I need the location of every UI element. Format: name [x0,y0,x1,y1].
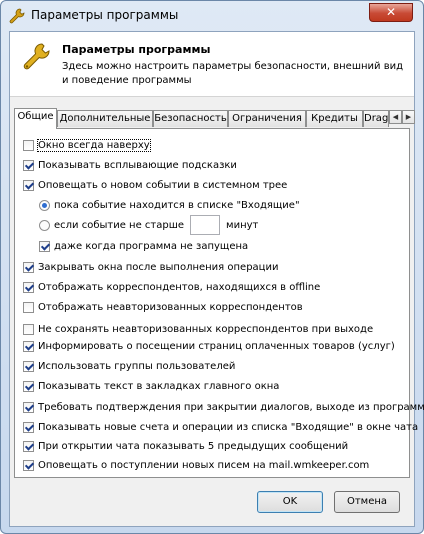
radio-inbox[interactable] [39,199,50,211]
show-5-messages-label: При открытии чата показывать 5 предыдущи… [38,440,349,452]
inform-paid-pages-option[interactable]: Информировать о посещении страниц оплаче… [23,339,395,353]
use-user-groups-label: Использовать группы пользователей [38,360,236,372]
inform-paid-pages-checkbox[interactable] [23,340,34,352]
notify-tray-label: Оповещать о новом событии в системном тр… [38,179,288,191]
chevron-left-icon: ◀ [392,113,399,121]
always-on-top-label: Окно всегда наверху [37,138,151,152]
show-unauthorized-checkbox[interactable] [23,301,34,313]
notify-new-mail-checkbox[interactable] [23,459,34,471]
always-on-top-option[interactable]: Окно всегда наверху [23,138,151,152]
show-5-messages-option[interactable]: При открытии чата показывать 5 предыдущи… [23,439,348,453]
tab-restrictions[interactable]: Ограничения [228,110,306,127]
radio-inbox-label: пока событие находится в списке "Входящи… [54,199,300,211]
dont-save-unauthorized-checkbox[interactable] [23,323,34,335]
settings-window: Параметры программы ✕ Параметры программ… [0,0,424,534]
wrench-icon [23,43,50,70]
show-new-accounts-label: Показывать новые счета и операции из спи… [38,421,419,433]
minutes-label: минут [226,219,259,231]
radio-inbox-option[interactable]: пока событие находится в списке "Входящи… [39,198,300,212]
tab-credits[interactable]: Кредиты [306,110,363,127]
show-tooltips-checkbox[interactable] [23,159,34,171]
even-not-running-label: даже когда программа не запущена [54,240,249,252]
use-user-groups-option[interactable]: Использовать группы пользователей [23,359,235,373]
general-tab-panel: Окно всегда наверху Показывать всплывающ… [14,128,424,478]
minutes-input[interactable] [190,215,221,235]
close-after-op-label: Закрывать окна после выполнения операции [38,261,279,273]
tab-general[interactable]: Общие [14,108,57,129]
notify-tray-checkbox[interactable] [23,179,34,191]
show-offline-label: Отображать корреспондентов, находящихся … [38,281,321,293]
ok-button[interactable]: OK [257,491,323,513]
dialog-client-area: Параметры программы Здесь можно настроит… [9,31,424,527]
cancel-button[interactable]: Отмена [334,491,400,513]
tab-security[interactable]: Безопасность [153,110,228,127]
radio-not-older-option[interactable]: если событие не старше минут [39,215,258,235]
confirm-close-label: Требовать подтверждения при закрытии диа… [38,401,424,413]
notify-tray-option[interactable]: Оповещать о новом событии в системном тр… [23,178,287,192]
tab-scroll-left-button[interactable]: ◀ [389,110,402,124]
show-new-accounts-checkbox[interactable] [23,421,34,433]
show-offline-checkbox[interactable] [23,281,34,293]
show-text-tabs-checkbox[interactable] [23,380,34,392]
inform-paid-pages-label: Информировать о посещении страниц оплаче… [38,340,395,352]
wrench-icon [9,8,25,24]
dialog-header: Параметры программы Здесь можно настроит… [10,32,414,97]
radio-not-older-label: если событие не старше [54,219,185,231]
show-offline-option[interactable]: Отображать корреспондентов, находящихся … [23,280,320,294]
tab-drag[interactable]: Drag [363,110,389,127]
show-tooltips-option[interactable]: Показывать всплывающие подсказки [23,158,237,172]
show-5-messages-checkbox[interactable] [23,440,34,452]
notify-new-mail-option[interactable]: Оповещать о поступлении новых писем на m… [23,458,369,472]
always-on-top-checkbox[interactable] [23,139,34,151]
confirm-close-checkbox[interactable] [23,401,34,413]
title-bar[interactable]: Параметры программы ✕ [1,1,423,31]
even-not-running-checkbox[interactable] [39,240,50,252]
close-after-op-option[interactable]: Закрывать окна после выполнения операции [23,260,278,274]
close-button[interactable]: ✕ [369,3,413,22]
use-user-groups-checkbox[interactable] [23,360,34,372]
tab-strip: Общие Дополнительные Безопасность Ограни… [14,108,415,129]
header-title: Параметры программы [62,43,211,56]
chevron-right-icon: ▶ [405,113,412,121]
window-title: Параметры программы [31,8,179,22]
dont-save-unauthorized-label: Не сохранять неавторизованных корреспонд… [38,323,374,335]
show-unauthorized-label: Отображать неавторизованных корреспонден… [38,301,303,313]
show-new-accounts-option[interactable]: Показывать новые счета и операции из спи… [23,420,418,434]
close-after-op-checkbox[interactable] [23,261,34,273]
tab-additional[interactable]: Дополнительные [57,110,153,127]
header-description: Здесь можно настроить параметры безопасн… [62,61,404,86]
show-text-tabs-option[interactable]: Показывать текст в закладках главного ок… [23,379,279,393]
even-not-running-option[interactable]: даже когда программа не запущена [39,239,248,253]
dont-save-unauthorized-option[interactable]: Не сохранять неавторизованных корреспонд… [23,322,373,336]
confirm-close-option[interactable]: Требовать подтверждения при закрытии диа… [23,400,424,414]
tab-scroll-right-button[interactable]: ▶ [402,110,415,124]
show-tooltips-label: Показывать всплывающие подсказки [38,159,237,171]
show-text-tabs-label: Показывать текст в закладках главного ок… [38,380,280,392]
show-unauthorized-option[interactable]: Отображать неавторизованных корреспонден… [23,300,303,314]
radio-not-older[interactable] [39,219,50,231]
notify-new-mail-label: Оповещать о поступлении новых писем на m… [38,459,370,471]
